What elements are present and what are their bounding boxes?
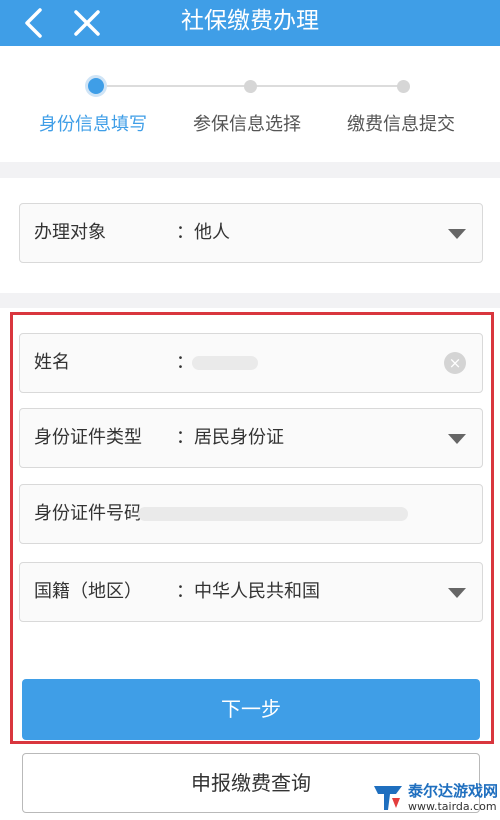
- step-1-label: 身份信息填写: [39, 114, 147, 135]
- dropdown-arrow-icon[interactable]: [448, 229, 466, 239]
- watermark-logo-icon: [374, 786, 402, 810]
- step-3-label: 缴费信息提交: [347, 114, 455, 135]
- watermark-title: 泰尔达游戏网: [408, 782, 499, 800]
- app-header: 社保缴费办理: [0, 0, 500, 46]
- step-connector: [256, 85, 402, 87]
- step-2-dot: [244, 80, 257, 93]
- step-connector: [105, 85, 249, 87]
- handling-target-value: 他人: [194, 222, 230, 243]
- handling-target-select[interactable]: 办理对象 ： 他人: [19, 203, 483, 263]
- progress-stepper: 身份信息填写 参保信息选择 缴费信息提交: [0, 46, 500, 162]
- handling-target-label: 办理对象: [34, 222, 106, 243]
- page-title: 社保缴费办理: [181, 8, 319, 34]
- site-watermark: 泰尔达游戏网 www.tairda.com: [368, 772, 500, 820]
- next-step-button[interactable]: 下一步: [22, 679, 480, 740]
- target-section: 办理对象 ： 他人: [0, 178, 500, 293]
- step-1-dot: [85, 75, 107, 97]
- step-2-label: 参保信息选择: [193, 114, 301, 135]
- field-colon: ：: [176, 222, 194, 243]
- watermark-url: www.tairda.com: [408, 800, 497, 813]
- step-3-dot: [397, 80, 410, 93]
